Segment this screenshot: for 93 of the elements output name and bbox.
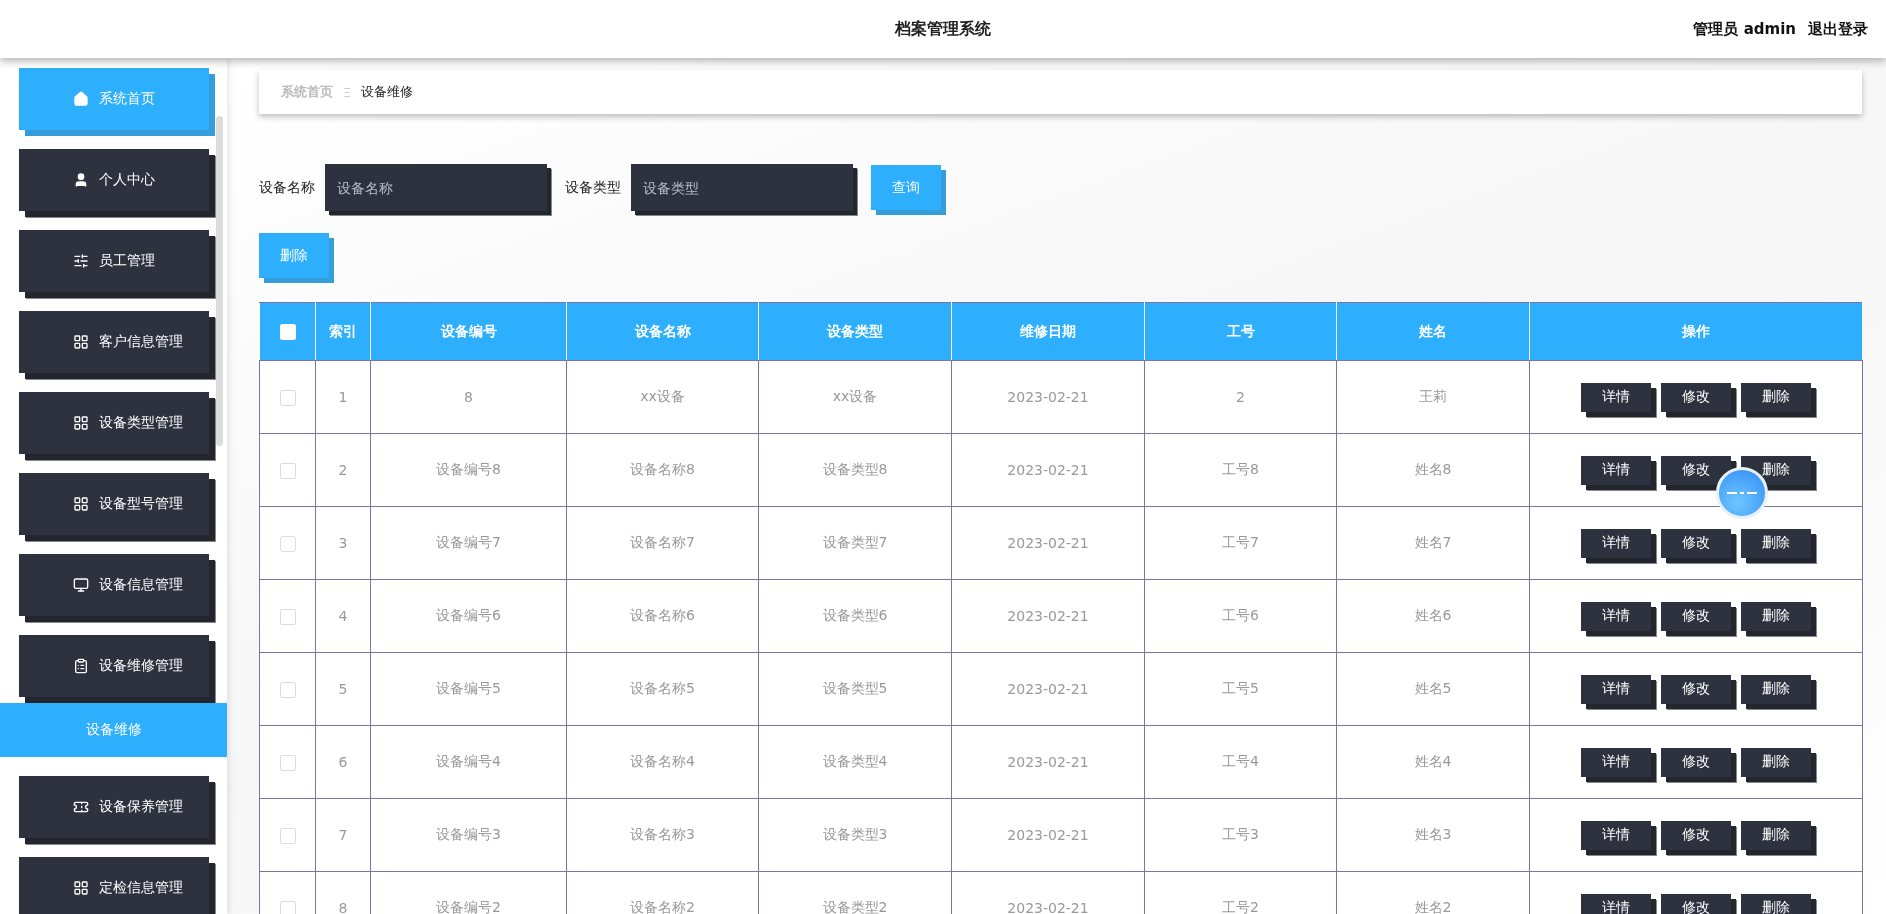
table-cell: 姓名2: [1336, 871, 1530, 914]
column-header: 维修日期: [951, 302, 1145, 361]
table-cell: 设备名称2: [566, 871, 759, 914]
table-cell: 5: [315, 652, 371, 726]
table-cell: 设备编号2: [370, 871, 567, 914]
column-header: 设备编号: [370, 302, 567, 361]
monitor-icon: [73, 577, 89, 593]
table-cell: 设备编号3: [370, 798, 567, 872]
table-cell: 1: [315, 360, 371, 434]
table-cell: 姓名4: [1336, 725, 1530, 799]
row-checkbox[interactable]: [279, 462, 296, 479]
table-cell: 设备编号7: [370, 506, 567, 580]
table-cell: 8: [315, 871, 371, 914]
table-cell: 设备类型3: [758, 798, 952, 872]
table-cell: 工号8: [1144, 433, 1337, 507]
table-cell: 设备类型8: [758, 433, 952, 507]
table-cell: 2023-02-21: [951, 506, 1145, 580]
table-cell: 7: [315, 798, 371, 872]
grid-icon: [73, 880, 89, 896]
field-label: 设备类型: [565, 178, 621, 197]
table-cell: 设备名称6: [566, 579, 759, 653]
table-cell: 设备类型6: [758, 579, 952, 653]
column-header: 姓名: [1336, 302, 1530, 361]
table-cell: 设备名称7: [566, 506, 759, 580]
column-header: 索引: [315, 302, 371, 361]
table-cell: 工号3: [1144, 798, 1337, 872]
table-cell: 设备名称5: [566, 652, 759, 726]
search-field[interactable]: 设备名称: [325, 164, 547, 211]
table-cell: 工号2: [1144, 871, 1337, 914]
table-cell: 设备类型4: [758, 725, 952, 799]
table-cell: 2: [1144, 360, 1337, 434]
table-cell: 8: [370, 360, 567, 434]
table-cell: 设备编号6: [370, 579, 567, 653]
scrollbar[interactable]: [216, 116, 223, 446]
table-cell: 设备名称8: [566, 433, 759, 507]
column-header: 工号: [1144, 302, 1337, 361]
ticket-icon: [73, 799, 89, 815]
table-cell: 设备编号5: [370, 652, 567, 726]
row-checkbox[interactable]: [279, 827, 296, 844]
table-cell: xx设备: [566, 360, 759, 434]
column-header: 操作: [1529, 302, 1863, 361]
table-cell: 工号6: [1144, 579, 1337, 653]
logout-link[interactable]: 退出登录: [1808, 19, 1868, 39]
table-cell: 姓名6: [1336, 579, 1530, 653]
table-cell: 工号5: [1144, 652, 1337, 726]
table-cell: 设备类型7: [758, 506, 952, 580]
table-cell: 设备编号4: [370, 725, 567, 799]
row-checkbox[interactable]: [279, 535, 296, 552]
home-icon: [73, 91, 89, 107]
row-checkbox[interactable]: [279, 389, 296, 406]
table-cell: 2023-02-21: [951, 433, 1145, 507]
table-cell: 设备类型5: [758, 652, 952, 726]
breadcrumb-current: 设备维修: [361, 83, 414, 101]
select-all-checkbox[interactable]: [279, 324, 296, 340]
row-checkbox[interactable]: [279, 754, 296, 771]
table-cell: 工号7: [1144, 506, 1337, 580]
table-cell: 3: [315, 506, 371, 580]
grid-icon: [73, 334, 89, 350]
grid-icon: [73, 415, 89, 431]
row-checkbox[interactable]: [279, 608, 296, 625]
user-name: 管理员 admin: [1693, 19, 1796, 39]
table-cell: 4: [315, 579, 371, 653]
table-cell: 设备类型2: [758, 871, 952, 914]
row-checkbox[interactable]: [279, 681, 296, 698]
sliders-icon: [73, 253, 89, 269]
table-cell: 2023-02-21: [951, 725, 1145, 799]
grid-icon: [73, 496, 89, 512]
column-header: 设备类型: [758, 302, 952, 361]
table-cell: 2023-02-21: [951, 871, 1145, 914]
table-cell: 2023-02-21: [951, 579, 1145, 653]
table-cell: 设备名称3: [566, 798, 759, 872]
table-cell: 姓名8: [1336, 433, 1530, 507]
table-cell: 设备编号8: [370, 433, 567, 507]
table-cell: 姓名3: [1336, 798, 1530, 872]
table-cell: 6: [315, 725, 371, 799]
table-cell: 设备名称4: [566, 725, 759, 799]
table-cell: 2023-02-21: [951, 360, 1145, 434]
user-icon: [73, 172, 89, 188]
row-checkbox[interactable]: [279, 900, 296, 914]
clipboard-icon: [73, 658, 89, 674]
field-label: 设备名称: [259, 178, 315, 197]
column-header: 设备名称: [566, 302, 759, 361]
table-cell: 姓名5: [1336, 652, 1530, 726]
table-cell: 2023-02-21: [951, 798, 1145, 872]
app-title: 档案管理系统: [895, 18, 991, 40]
table-cell: 2: [315, 433, 371, 507]
table-cell: 姓名7: [1336, 506, 1530, 580]
table-cell: 2023-02-21: [951, 652, 1145, 726]
table-cell: 工号4: [1144, 725, 1337, 799]
dash-icon: [1726, 489, 1758, 496]
table-cell: xx设备: [758, 360, 952, 434]
table-cell: 王莉: [1336, 360, 1530, 434]
search-field[interactable]: 设备类型: [631, 164, 853, 211]
